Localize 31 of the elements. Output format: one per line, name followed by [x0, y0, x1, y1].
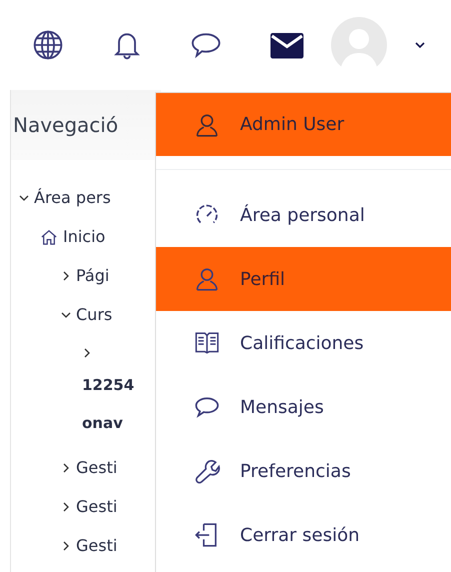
chevron-right-icon[interactable]: [61, 462, 71, 472]
chevron-right-icon[interactable]: [61, 270, 71, 280]
tree-item[interactable]: Área pers: [34, 188, 111, 207]
user-icon: [194, 266, 220, 292]
tree-item[interactable]: Pági: [76, 266, 110, 285]
panel-title: Navegació: [13, 113, 118, 137]
menu-item[interactable]: Perfil: [156, 247, 451, 311]
tree-item[interactable]: Curs: [76, 305, 112, 324]
chevron-right-icon[interactable]: [82, 348, 92, 358]
tree-item[interactable]: Inicio: [63, 227, 106, 246]
chevron-right-icon[interactable]: [61, 502, 71, 512]
tree-item[interactable]: Gesti: [76, 497, 118, 516]
user-icon: [194, 112, 220, 138]
menu-item[interactable]: Mensajes: [156, 375, 451, 439]
wrench-icon: [194, 458, 220, 484]
book-icon: [194, 330, 220, 356]
menu-item[interactable]: Preferencias: [156, 439, 451, 503]
user-name: Admin User: [240, 114, 344, 135]
mail-icon[interactable]: [269, 30, 305, 60]
user-menu-header[interactable]: Admin User: [156, 93, 451, 156]
chevron-down-icon[interactable]: [61, 310, 71, 320]
chevron-down-icon[interactable]: [19, 192, 29, 202]
menu-item[interactable]: Calificaciones: [156, 311, 451, 375]
menu-item[interactable]: Área personal: [156, 183, 451, 247]
chevron-right-icon[interactable]: [61, 540, 71, 550]
tree-item[interactable]: Gesti: [76, 536, 118, 555]
home-icon: [40, 228, 58, 244]
caret-icon[interactable]: [415, 42, 425, 48]
globe-icon[interactable]: [32, 29, 64, 61]
tree-item[interactable]: Gesti: [76, 458, 118, 477]
menu-item[interactable]: Cerrar sesión: [156, 503, 451, 567]
